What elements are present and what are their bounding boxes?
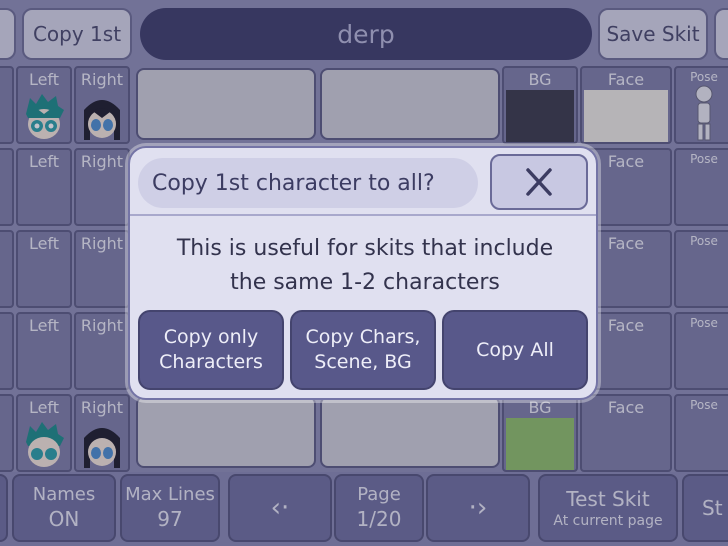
- dialog-message-line1: This is useful for skits that include: [176, 236, 554, 261]
- dialog-title: Copy 1st character to all?: [138, 158, 478, 208]
- dialog-divider: [130, 214, 596, 216]
- copy-only-characters-line2: Characters: [159, 351, 263, 373]
- copy-chars-scene-bg-line2: Scene, BG: [314, 351, 412, 373]
- copy-all-button[interactable]: Copy All: [442, 310, 588, 390]
- copy-only-characters-line1: Copy only: [163, 326, 259, 348]
- copy-chars-scene-bg-button[interactable]: Copy Chars, Scene, BG: [290, 310, 436, 390]
- close-button[interactable]: [490, 154, 588, 210]
- dialog-message-line2: the same 1-2 characters: [230, 270, 500, 295]
- copy-chars-scene-bg-line1: Copy Chars,: [305, 326, 421, 348]
- copy-all-label: Copy All: [476, 338, 554, 361]
- skit-editor: Copy 1st derp Save Skit Left Right BG Fa…: [0, 0, 728, 546]
- dialog-title-text: Copy 1st character to all?: [152, 170, 435, 196]
- dialog-message: This is useful for skits that include th…: [140, 232, 590, 300]
- copy-only-characters-button[interactable]: Copy only Characters: [138, 310, 284, 390]
- close-icon: [526, 168, 552, 196]
- copy-first-dialog: Copy 1st character to all? This is usefu…: [128, 146, 598, 400]
